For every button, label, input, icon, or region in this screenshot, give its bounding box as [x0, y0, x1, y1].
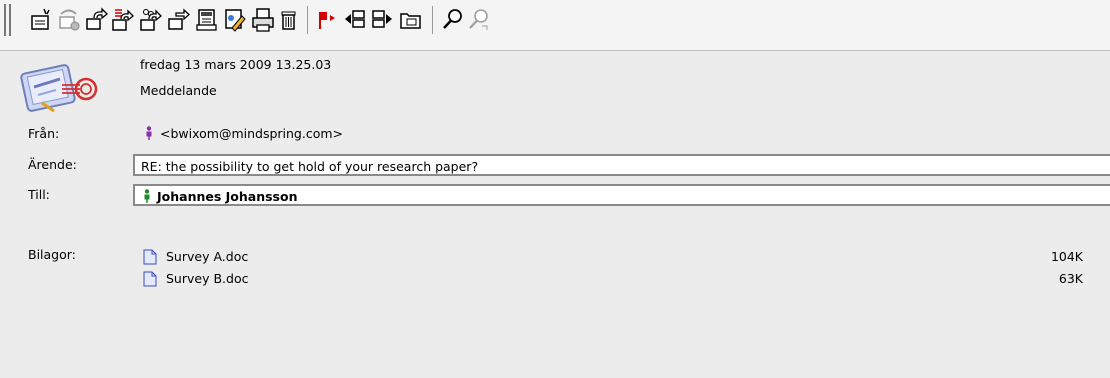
attachment-item[interactable]: Survey B.doc 63K: [143, 269, 1083, 289]
reply-button[interactable]: [84, 6, 110, 34]
new-message-button[interactable]: [28, 6, 54, 34]
new-message-icon: [31, 8, 50, 30]
message-type: Meddelande: [140, 83, 217, 98]
from-label: Från:: [28, 126, 60, 141]
find-icon: [443, 9, 462, 29]
find-button[interactable]: [440, 6, 466, 34]
flag-button[interactable]: [314, 6, 340, 34]
next-message-icon: [372, 10, 392, 28]
document-icon: [143, 249, 157, 265]
edit-message-icon: [225, 9, 246, 32]
reply-icon: [86, 7, 108, 30]
get-mail-button[interactable]: [56, 6, 82, 34]
previous-message-button[interactable]: [342, 6, 368, 34]
document-icon: [143, 271, 157, 287]
previous-message-icon: [345, 10, 365, 28]
redirect-icon: [196, 9, 217, 31]
recipient-name: Johannes Johansson: [157, 189, 298, 204]
file-folder-icon: [400, 13, 421, 29]
file-folder-button[interactable]: [398, 6, 424, 34]
trash-icon: [281, 11, 296, 30]
mail-stamp-icon: [20, 64, 98, 113]
message-header: fredag 13 mars 2009 13.25.03 Meddelande …: [0, 51, 1110, 378]
subject-text: RE: the possibility to get hold of your …: [141, 159, 479, 174]
reply-list-icon: [140, 9, 162, 31]
next-message-button[interactable]: [370, 6, 396, 34]
toolbar-grip: [9, 4, 11, 36]
reply-list-button[interactable]: [138, 6, 164, 34]
redirect-button[interactable]: [194, 6, 220, 34]
attachment-name: Survey A.doc: [166, 249, 249, 264]
toolbar: [0, 0, 1110, 51]
edit-message-button[interactable]: [222, 6, 248, 34]
forward-button[interactable]: [166, 6, 192, 34]
subject-label: Ärende:: [28, 157, 77, 172]
attachment-item[interactable]: Survey A.doc 104K: [143, 247, 1083, 267]
from-address[interactable]: <bwixom@mindspring.com>: [160, 126, 343, 141]
to-field[interactable]: Johannes Johansson: [133, 184, 1110, 206]
flag-icon: [319, 12, 335, 29]
attachment-size: 104K: [1050, 249, 1083, 264]
find-again-button[interactable]: [466, 6, 492, 34]
reply-all-button[interactable]: [110, 6, 136, 34]
person-icon: [144, 189, 150, 203]
attachments-label: Bilagor:: [28, 247, 76, 262]
print-icon: [252, 8, 274, 32]
get-mail-icon: [59, 9, 80, 31]
toolbar-separator: [432, 6, 433, 34]
reply-all-icon: [112, 9, 134, 31]
person-icon: [146, 126, 152, 140]
find-again-icon: [469, 9, 488, 30]
to-label: Till:: [28, 187, 50, 202]
subject-field[interactable]: RE: the possibility to get hold of your …: [133, 154, 1110, 176]
toolbar-grip: [4, 4, 6, 36]
toolbar-separator: [307, 6, 308, 34]
message-date: fredag 13 mars 2009 13.25.03: [140, 57, 332, 72]
attachment-name: Survey B.doc: [166, 271, 249, 286]
delete-button[interactable]: [276, 6, 302, 34]
attachment-size: 63K: [1058, 271, 1083, 286]
print-button[interactable]: [250, 6, 276, 34]
forward-icon: [168, 8, 190, 30]
